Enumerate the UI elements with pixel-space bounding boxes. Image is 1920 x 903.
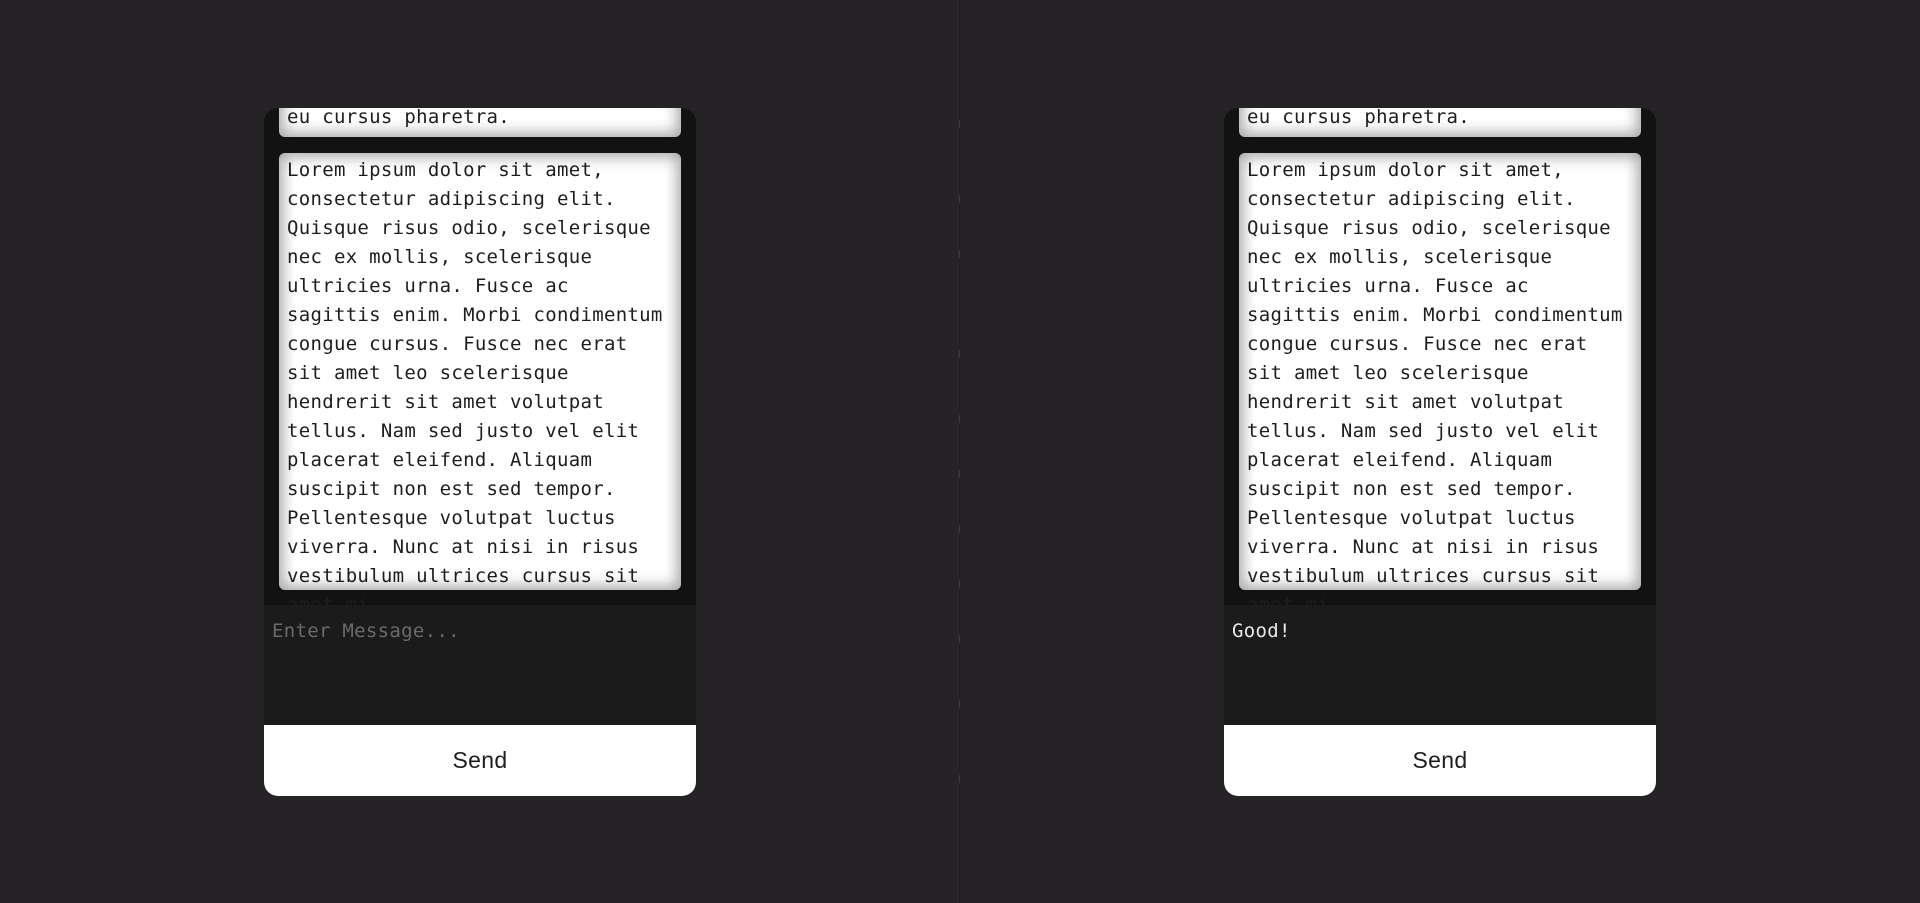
send-button[interactable]: Send bbox=[1224, 725, 1656, 796]
message-bubble: Lorem ipsum dolor sit amet, consectetur … bbox=[1239, 153, 1641, 605]
message-bubble: eu cursus pharetra. bbox=[279, 108, 681, 137]
message-list[interactable]: eu cursus pharetra. Lorem ipsum dolor si… bbox=[1224, 108, 1656, 605]
left-pane: eu cursus pharetra. Lorem ipsum dolor si… bbox=[0, 0, 960, 903]
message-input[interactable] bbox=[264, 605, 696, 725]
chat-widget: eu cursus pharetra. Lorem ipsum dolor si… bbox=[264, 108, 696, 796]
right-pane: eu cursus pharetra. Lorem ipsum dolor si… bbox=[960, 0, 1920, 903]
message-bubble: Lorem ipsum dolor sit amet, consectetur … bbox=[279, 153, 681, 605]
message-composer: Good! bbox=[1224, 605, 1656, 725]
message-bubble: eu cursus pharetra. bbox=[1239, 108, 1641, 137]
split-view: eu cursus pharetra. Lorem ipsum dolor si… bbox=[0, 0, 1920, 903]
send-button[interactable]: Send bbox=[264, 725, 696, 796]
message-composer bbox=[264, 605, 696, 725]
message-list[interactable]: eu cursus pharetra. Lorem ipsum dolor si… bbox=[264, 108, 696, 605]
chat-widget: eu cursus pharetra. Lorem ipsum dolor si… bbox=[1224, 108, 1656, 796]
message-input[interactable]: Good! bbox=[1224, 605, 1656, 725]
